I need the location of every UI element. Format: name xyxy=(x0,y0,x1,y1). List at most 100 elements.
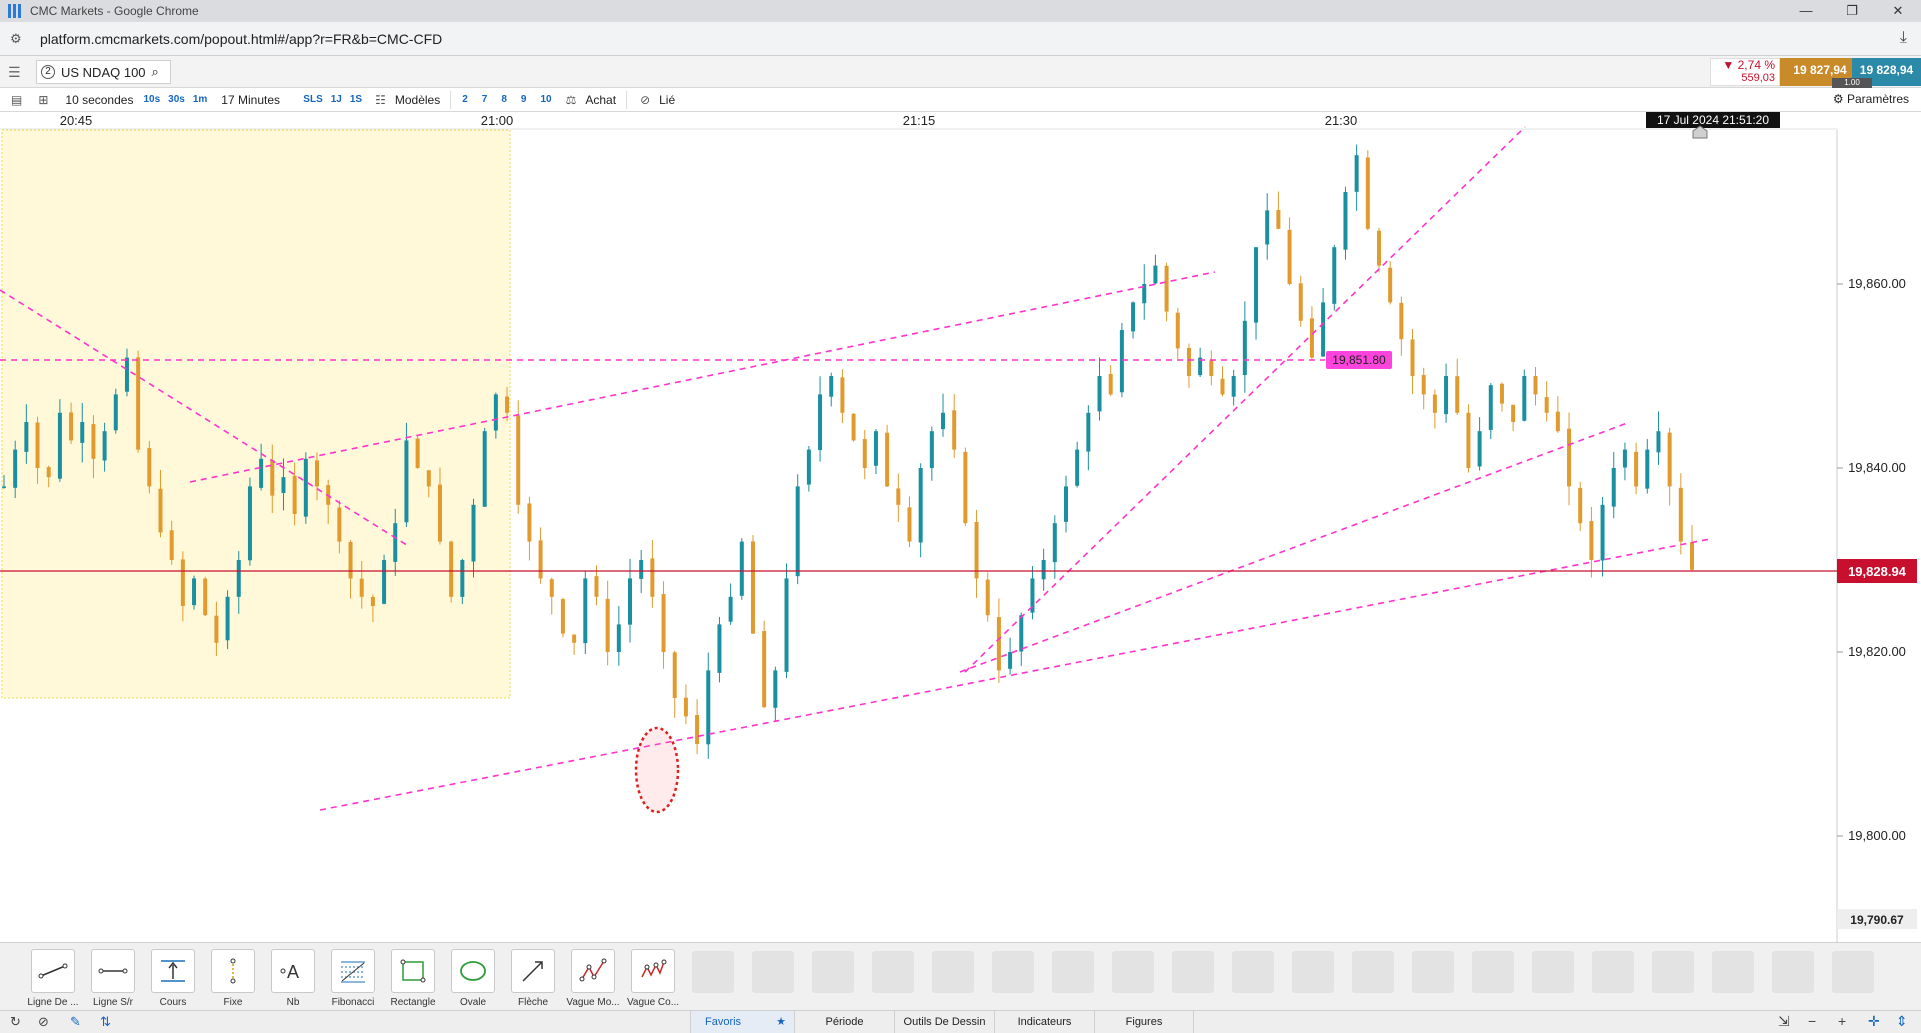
restore-icon[interactable]: ❐ xyxy=(1829,0,1875,22)
zoom-out-icon[interactable]: − xyxy=(1808,1013,1816,1029)
link-icon[interactable]: ⊘ xyxy=(637,93,653,107)
templates-button[interactable]: Modèles xyxy=(389,93,446,107)
link-button[interactable]: Lié xyxy=(653,93,681,107)
empty-tool-slot[interactable] xyxy=(1652,951,1694,993)
empty-tool-slot[interactable] xyxy=(1772,951,1814,993)
templates-icon[interactable]: ☷ xyxy=(372,93,389,107)
empty-tool-slot[interactable] xyxy=(1232,951,1274,993)
empty-tool-slot[interactable] xyxy=(812,951,854,993)
template-10[interactable]: 10 xyxy=(533,94,558,105)
url-text[interactable]: platform.cmcmarkets.com/popout.html#/app… xyxy=(40,31,442,47)
tool-trend-line[interactable]: Ligne De ... xyxy=(23,949,83,1011)
template-8[interactable]: 8 xyxy=(494,94,514,105)
template-2[interactable]: 2 xyxy=(455,94,475,105)
candle-body xyxy=(1265,210,1270,245)
empty-tool-slot[interactable] xyxy=(1352,951,1394,993)
template-9[interactable]: 9 xyxy=(514,94,534,105)
tool-oval[interactable]: Ovale xyxy=(443,949,503,1011)
empty-tool-slot[interactable] xyxy=(1832,951,1874,993)
tool-label: Ligne S/r xyxy=(92,997,134,1008)
empty-tool-slot[interactable] xyxy=(1172,951,1214,993)
empty-tool-slot[interactable] xyxy=(752,951,794,993)
empty-tool-slot[interactable] xyxy=(1112,951,1154,993)
empty-tool-slot[interactable] xyxy=(1592,951,1634,993)
empty-tool-slot[interactable] xyxy=(692,951,734,993)
candle-body xyxy=(1153,265,1158,284)
swap-icon[interactable]: ⇅ xyxy=(100,1014,111,1030)
interval-1m[interactable]: 1m xyxy=(189,94,211,105)
tool-arrow[interactable]: Flèche xyxy=(503,949,563,1011)
fit-icon[interactable]: ⇲ xyxy=(1778,1013,1790,1030)
candle-body xyxy=(1041,560,1046,580)
candle-body xyxy=(1131,302,1136,332)
empty-tool-slot[interactable] xyxy=(992,951,1034,993)
range-1j[interactable]: 1J xyxy=(327,94,346,105)
y-tick-label: 19,820.00 xyxy=(1848,644,1906,659)
empty-tool-slot[interactable] xyxy=(1052,951,1094,993)
candle-body xyxy=(818,394,823,451)
candle-body xyxy=(1466,412,1471,468)
tab-indicators[interactable]: Indicateurs xyxy=(994,1011,1094,1033)
tool-price[interactable]: Cours xyxy=(143,949,203,1011)
tool-sr-line[interactable]: Ligne S/r xyxy=(83,949,143,1011)
candle-body xyxy=(1332,247,1337,304)
zoom-in-icon[interactable]: + xyxy=(1838,1013,1846,1029)
tab-period[interactable]: Période xyxy=(794,1011,894,1033)
tab-figures[interactable]: Figures xyxy=(1094,1011,1194,1033)
empty-tool-slot[interactable] xyxy=(1712,951,1754,993)
template-7[interactable]: 7 xyxy=(475,94,495,105)
site-settings-icon[interactable]: ⚙ xyxy=(10,31,30,47)
range-sls[interactable]: SLS xyxy=(299,94,326,105)
buy-button[interactable]: Achat xyxy=(579,93,622,107)
empty-tool-slot[interactable] xyxy=(932,951,974,993)
chart-list-icon[interactable]: ▤ xyxy=(8,93,25,107)
tool-wave-motive[interactable]: Vague Mo... xyxy=(563,949,623,1011)
candle-body xyxy=(102,431,107,461)
candle-body xyxy=(2,486,6,488)
interval-30s[interactable]: 30s xyxy=(164,94,189,105)
tool-wave-corrective[interactable]: Vague Co... xyxy=(623,949,683,1011)
pencil-icon[interactable]: ✎ xyxy=(70,1014,81,1030)
low-marker-ellipse[interactable] xyxy=(634,726,680,814)
candle-body xyxy=(303,458,308,517)
interval-10s[interactable]: 10s xyxy=(139,94,164,105)
download-icon[interactable]: ⤓ xyxy=(1900,29,1907,47)
settings-button[interactable]: ⚙ Paramètres xyxy=(1833,92,1909,106)
range-selector[interactable]: 17 Minutes xyxy=(215,93,299,107)
tool-text[interactable]: A Nb xyxy=(263,949,323,1011)
vertical-fit-icon[interactable]: ⇕ xyxy=(1896,1013,1908,1030)
tool-fibonacci[interactable]: Fibonacci xyxy=(323,949,383,1011)
layout-icon[interactable]: ⊞ xyxy=(35,93,51,107)
candle-body xyxy=(1164,265,1169,312)
empty-tool-slot[interactable] xyxy=(1412,951,1454,993)
minimize-icon[interactable]: — xyxy=(1783,0,1829,22)
empty-tool-slot[interactable] xyxy=(872,951,914,993)
candle-body xyxy=(1108,373,1113,395)
buy-scale-icon[interactable]: ⚖ xyxy=(563,93,580,107)
candle-body xyxy=(1421,375,1426,395)
empty-tool-slot[interactable] xyxy=(1532,951,1574,993)
search-icon[interactable]: ⌕ xyxy=(152,64,159,80)
price-chart[interactable]: 20:45 21:00 21:15 21:30 19,860.00 19,840.00 1… xyxy=(0,112,1921,942)
tool-fixed[interactable]: Fixe xyxy=(203,949,263,1011)
candle-body xyxy=(616,624,621,653)
interval-selector[interactable]: 10 secondes xyxy=(59,93,139,107)
menu-icon[interactable]: ☰ xyxy=(8,64,21,81)
candle-body xyxy=(1354,155,1359,192)
refresh-icon[interactable]: ↻ xyxy=(10,1014,21,1030)
tool-rectangle[interactable]: Rectangle xyxy=(383,949,443,1011)
candle-body xyxy=(862,439,867,468)
close-icon[interactable]: ✕ xyxy=(1875,0,1921,22)
empty-tool-slot[interactable] xyxy=(1292,951,1334,993)
range-1s[interactable]: 1S xyxy=(346,94,366,105)
instrument-selector[interactable]: 2 US NDAQ 100 ⌕ xyxy=(36,60,171,84)
crosshair-icon[interactable]: ✛ xyxy=(1868,1013,1880,1030)
tab-drawing-tools[interactable]: Outils De Dessin xyxy=(894,1011,994,1033)
candle-body xyxy=(259,458,264,488)
empty-tool-slot[interactable] xyxy=(1472,951,1514,993)
candle-body xyxy=(57,412,62,479)
tab-favorites[interactable]: Favoris ★ xyxy=(690,1011,794,1033)
candle-body xyxy=(91,424,96,459)
cancel-icon[interactable]: ⊘ xyxy=(38,1014,49,1030)
candle-body xyxy=(1242,320,1247,376)
